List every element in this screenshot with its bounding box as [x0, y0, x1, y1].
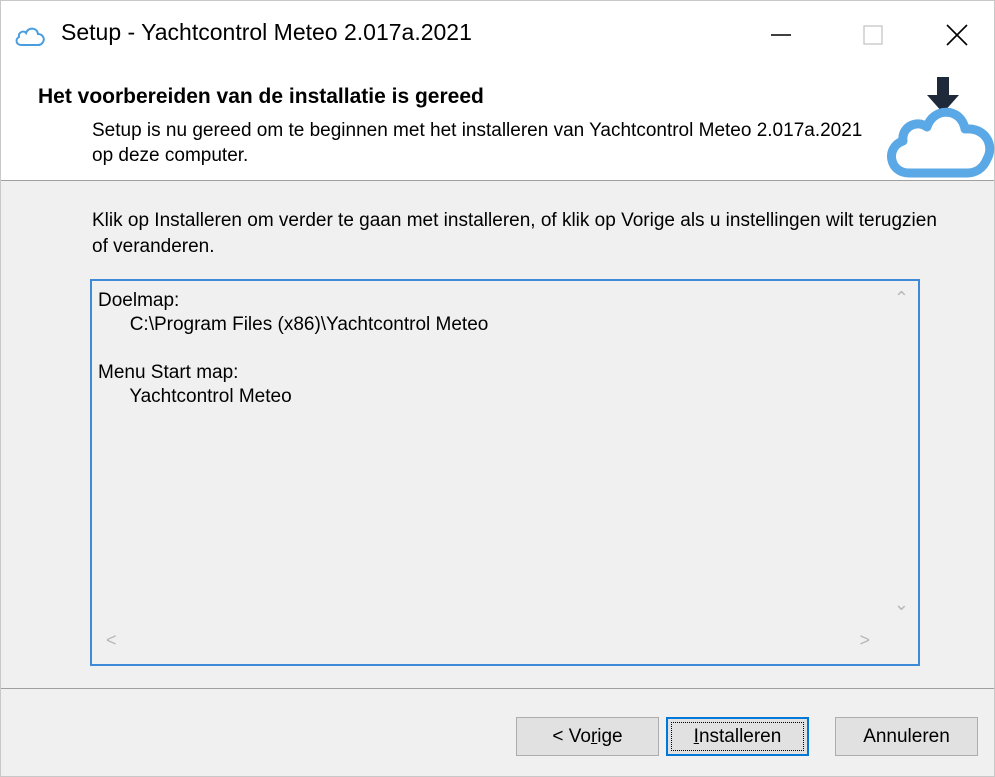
window-title: Setup - Yachtcontrol Meteo 2.017a.2021 [61, 19, 472, 45]
title-bar[interactable]: Setup - Yachtcontrol Meteo 2.017a.2021 [1, 1, 994, 69]
memo-content: Doelmap: C:\Program Files (x86)\Yachtcon… [98, 289, 888, 409]
footer-divider [1, 688, 994, 689]
memo-heading-start-menu: Menu Start map: [98, 362, 239, 383]
ready-memo[interactable]: Doelmap: C:\Program Files (x86)\Yachtcon… [90, 279, 920, 666]
page-description: Setup is nu gereed om te beginnen met he… [92, 120, 863, 166]
setup-window: Setup - Yachtcontrol Meteo 2.017a.2021 H… [0, 0, 995, 777]
memo-value-destination: C:\Program Files (x86)\Yachtcontrol Mete… [129, 314, 489, 335]
scrollbar-corner [884, 620, 918, 664]
page-title: Het voorbereiden van de installatie is g… [38, 85, 484, 108]
focus-ring [671, 722, 804, 751]
scroll-down-icon[interactable]: ⌄ [894, 594, 909, 615]
vertical-scrollbar[interactable]: ⌃ ⌄ [884, 281, 918, 619]
maximize-icon [863, 25, 883, 45]
memo-value-start-menu: Yachtcontrol Meteo [129, 386, 292, 407]
back-label-post: ige [597, 725, 623, 747]
install-button[interactable]: Installeren [666, 717, 809, 756]
scroll-right-icon[interactable]: > [859, 630, 870, 651]
back-label-pre: < Vo [552, 725, 591, 747]
maximize-button[interactable] [827, 1, 919, 69]
minimize-icon [771, 34, 791, 36]
wizard-header: Het voorbereiden van de installatie is g… [1, 69, 995, 181]
scroll-left-icon[interactable]: < [106, 630, 117, 651]
minimize-button[interactable] [735, 1, 827, 69]
close-button[interactable] [911, 1, 995, 69]
cloud-icon [15, 27, 45, 46]
intro-text: Klik op Installeren om verder te gaan me… [92, 210, 937, 257]
cancel-button[interactable]: Annuleren [835, 717, 978, 756]
scroll-up-icon[interactable]: ⌃ [894, 288, 909, 309]
cloud-download-icon [887, 77, 995, 178]
close-icon [946, 24, 968, 46]
back-button[interactable]: < Vo r ige [516, 717, 659, 756]
memo-heading-destination: Doelmap: [98, 290, 180, 311]
horizontal-scrollbar[interactable]: < > [92, 620, 884, 664]
